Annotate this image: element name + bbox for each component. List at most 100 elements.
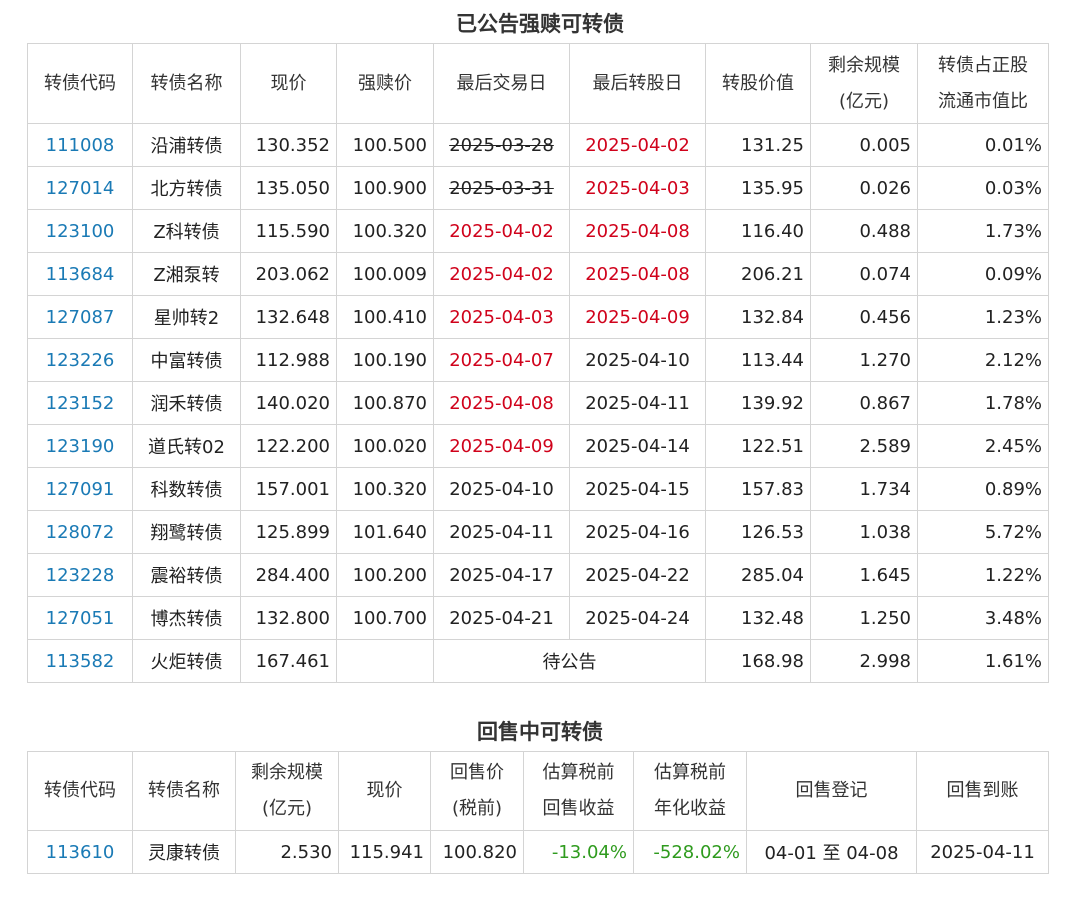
remaining-size: 1.734 <box>810 467 918 511</box>
bond-name: 震裕转债 <box>132 553 241 597</box>
bond-code-link[interactable]: 123152 <box>27 381 133 425</box>
table2-header-row: 转债代码 转债名称 剩余规模 (亿元) 现价 回售价 (税前) 估算税前 回售收益 估算税前 年化收… <box>27 751 1049 831</box>
column-header: 转债名称 <box>132 43 241 124</box>
table-row: 123100 Z科转债 115.590 100.320 2025-04-02 2025-0… <box>27 209 1049 253</box>
column-header-line: 年化收益 <box>654 798 726 819</box>
redeem-price: 100.410 <box>336 295 434 339</box>
conversion-value: 168.98 <box>705 639 811 683</box>
column-header: 估算税前 年化收益 <box>633 751 747 831</box>
remaining-size: 2.589 <box>810 424 918 468</box>
conversion-value: 116.40 <box>705 209 811 253</box>
table1-title: 已公告强赎可转债 <box>456 12 624 36</box>
conversion-value: 139.92 <box>705 381 811 425</box>
column-header: 转债名称 <box>132 751 236 831</box>
table-row: 113610 灵康转债 2.530 115.941 100.820 -13.04% -528… <box>27 830 1049 874</box>
current-price: 284.400 <box>240 553 337 597</box>
float-cap-ratio: 1.61% <box>917 639 1049 683</box>
bond-code-link[interactable]: 113684 <box>27 252 133 296</box>
estimated-return: -13.04% <box>523 830 634 874</box>
column-header-line: 转债占正股 <box>938 54 1028 76</box>
redeem-price: 100.870 <box>336 381 434 425</box>
bond-code-link[interactable]: 113610 <box>27 830 133 874</box>
float-cap-ratio: 2.12% <box>917 338 1049 382</box>
bond-code-link[interactable]: 113582 <box>27 639 133 683</box>
bond-code-link[interactable]: 123100 <box>27 209 133 253</box>
last-trade-date: 2025-03-28 <box>433 123 570 167</box>
bond-code-link[interactable]: 123228 <box>27 553 133 597</box>
last-conversion-date: 2025-04-08 <box>569 209 706 253</box>
table-row: 123228 震裕转债 284.400 100.200 2025-04-17 2025-0… <box>27 553 1049 597</box>
column-header-line: 流通市值比 <box>938 90 1028 112</box>
redeem-price: 100.700 <box>336 596 434 640</box>
current-price: 122.200 <box>240 424 337 468</box>
float-cap-ratio: 0.01% <box>917 123 1049 167</box>
bond-code-link[interactable]: 127091 <box>27 467 133 511</box>
column-header-line: 回售到账 <box>946 780 1019 801</box>
bond-name: 中富转债 <box>132 338 241 382</box>
table2-title: 回售中可转债 <box>477 720 603 744</box>
bond-code-link[interactable]: 123190 <box>27 424 133 468</box>
bond-name: 灵康转债 <box>132 830 236 874</box>
float-cap-ratio: 0.03% <box>917 166 1049 210</box>
conversion-value: 122.51 <box>705 424 811 468</box>
remaining-size: 0.005 <box>810 123 918 167</box>
bond-code-link[interactable]: 127051 <box>27 596 133 640</box>
conversion-value: 132.48 <box>705 596 811 640</box>
conversion-value: 157.83 <box>705 467 811 511</box>
remaining-size: 1.645 <box>810 553 918 597</box>
redeem-price: 100.900 <box>336 166 434 210</box>
remaining-size: 1.250 <box>810 596 918 640</box>
conversion-value: 132.84 <box>705 295 811 339</box>
table-row: 123152 润禾转债 140.020 100.870 2025-04-08 2025-0… <box>27 381 1049 425</box>
last-trade-date: 2025-04-07 <box>433 338 570 382</box>
column-header-line: 估算税前 <box>654 762 726 783</box>
current-price: 132.800 <box>240 596 337 640</box>
table-row: 127087 星帅转2 132.648 100.410 2025-04-03 2025-0… <box>27 295 1049 339</box>
bond-code-link[interactable]: 111008 <box>27 123 133 167</box>
current-price: 203.062 <box>240 252 337 296</box>
float-cap-ratio: 1.22% <box>917 553 1049 597</box>
conversion-value: 285.04 <box>705 553 811 597</box>
last-trade-date: 2025-04-02 <box>433 209 570 253</box>
current-price: 140.020 <box>240 381 337 425</box>
bond-name: Z科转债 <box>132 209 241 253</box>
column-header: 现价 <box>240 43 337 124</box>
column-header: 最后交易日 <box>433 43 570 124</box>
column-header: 强赎价 <box>336 43 434 124</box>
column-header-line: 强赎价 <box>358 72 412 94</box>
column-header-line: 转债名称 <box>148 780 220 801</box>
bond-code-link[interactable]: 127087 <box>27 295 133 339</box>
last-conversion-date: 2025-04-16 <box>569 510 706 554</box>
put-registration-period: 04-01 至 04-08 <box>746 830 917 874</box>
column-header-line: 转债代码 <box>44 780 116 801</box>
estimated-annual-return: -528.02% <box>633 830 747 874</box>
conversion-value: 206.21 <box>705 252 811 296</box>
last-trade-date: 2025-04-09 <box>433 424 570 468</box>
column-header: 现价 <box>338 751 431 831</box>
bond-name: 科数转债 <box>132 467 241 511</box>
last-trade-date: 2025-03-31 <box>433 166 570 210</box>
column-header: 转债代码 <box>27 43 133 124</box>
column-header: 回售到账 <box>916 751 1049 831</box>
float-cap-ratio: 5.72% <box>917 510 1049 554</box>
bond-code-link[interactable]: 127014 <box>27 166 133 210</box>
column-header: 回售登记 <box>746 751 917 831</box>
conversion-value: 126.53 <box>705 510 811 554</box>
bond-code-link[interactable]: 128072 <box>27 510 133 554</box>
redeem-price: 100.200 <box>336 553 434 597</box>
column-header: 转债占正股流通市值比 <box>917 43 1049 124</box>
bond-name: Z湘泵转 <box>132 252 241 296</box>
column-header-line: 估算税前 <box>542 762 615 783</box>
last-conversion-date: 2025-04-11 <box>569 381 706 425</box>
column-header: 最后转股日 <box>569 43 706 124</box>
conversion-value: 113.44 <box>705 338 811 382</box>
redeem-price: 100.320 <box>336 467 434 511</box>
column-header-line: 剩余规模 <box>828 54 900 76</box>
table-row: 128072 翔鹭转债 125.899 101.640 2025-04-11 2025-0… <box>27 510 1049 554</box>
column-header: 估算税前 回售收益 <box>523 751 634 831</box>
remaining-size: 0.456 <box>810 295 918 339</box>
column-header-line: (亿元) <box>838 90 890 112</box>
bond-name: 星帅转2 <box>132 295 241 339</box>
bond-code-link[interactable]: 123226 <box>27 338 133 382</box>
table1-header-row: 转债代码 转债名称 现价 强赎价 最后交易日 最后转股日 转股价值 剩余规模 (亿元) 转债占正股… <box>27 43 1049 124</box>
